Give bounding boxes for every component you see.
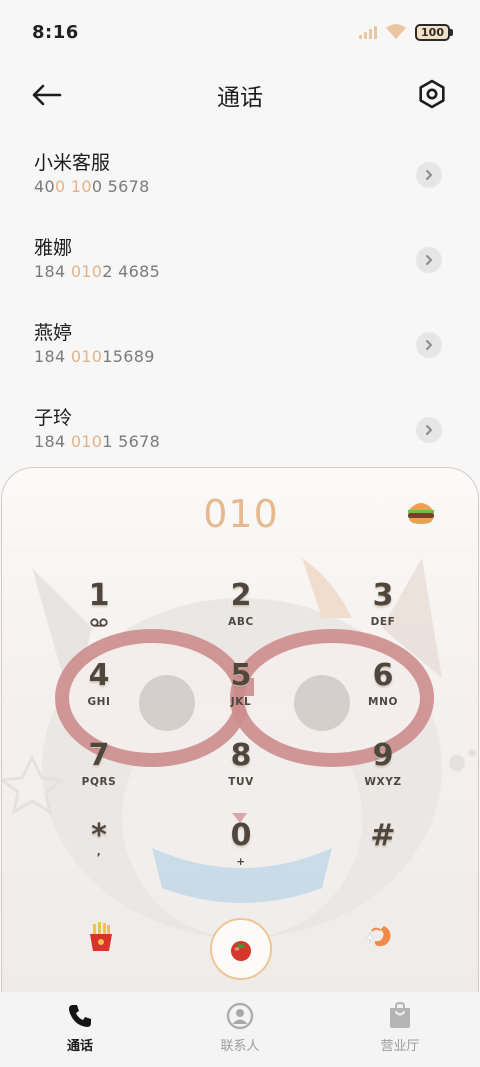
status-icons: 100 <box>359 23 453 41</box>
call-button[interactable] <box>210 918 272 980</box>
contact-detail-button[interactable] <box>416 417 442 443</box>
contact-item[interactable]: 雅娜 184 0102 4685 <box>0 219 480 304</box>
key-9[interactable]: 9 WXYZ <box>328 738 438 808</box>
fries-button[interactable] <box>88 922 114 952</box>
fries-icon <box>90 922 112 951</box>
tab-label: 联系人 <box>220 1039 260 1054</box>
contact-name: 雅娜 <box>34 237 73 259</box>
chevron-right-icon <box>426 340 432 350</box>
key-digit: 3 <box>372 578 394 613</box>
contact-detail-button[interactable] <box>416 332 442 358</box>
arrow-left-icon <box>32 84 62 106</box>
key-4[interactable]: 4 GHI <box>44 658 154 728</box>
contact-name: 小米客服 <box>34 152 111 174</box>
tomato-icon <box>231 941 251 961</box>
chevron-right-icon <box>426 170 432 180</box>
tab-contacts[interactable]: 联系人 <box>160 992 320 1067</box>
key-2[interactable]: 2 ABC <box>186 578 296 648</box>
chevron-right-icon <box>426 425 432 435</box>
key-digit: 5 <box>230 658 252 693</box>
burger-button[interactable] <box>406 498 436 526</box>
key-letters: TUV <box>228 776 254 788</box>
tab-label: 通话 <box>66 1039 93 1054</box>
contact-name: 燕婷 <box>34 322 73 344</box>
tab-calls[interactable]: 通话 <box>0 992 160 1067</box>
dial-panel: 010 1 2 ABC 3 DEF 4 GHI 5 JKL 6 MNO 7 PQ… <box>1 467 479 997</box>
key-hash[interactable]: # <box>328 818 438 888</box>
contact-detail-button[interactable] <box>416 247 442 273</box>
status-time: 8:16 <box>32 21 79 43</box>
key-letters: GHI <box>87 696 111 708</box>
contact-item[interactable]: 小米客服 400 100 5678 <box>0 134 480 219</box>
settings-button[interactable] <box>416 78 448 110</box>
key-letters: , <box>96 846 102 858</box>
burger-icon <box>408 503 434 524</box>
key-digit: 8 <box>230 738 252 773</box>
key-3[interactable]: 3 DEF <box>328 578 438 648</box>
contact-name: 子玲 <box>34 407 73 429</box>
key-7[interactable]: 7 PQRS <box>44 738 154 808</box>
key-letters: PQRS <box>81 776 117 788</box>
chevron-right-icon <box>426 255 432 265</box>
contact-number: 184 01015689 <box>34 347 155 366</box>
key-1[interactable]: 1 <box>44 578 154 648</box>
wifi-icon <box>386 24 407 39</box>
key-digit: 7 <box>88 738 110 773</box>
shopping-bag-icon <box>386 1002 414 1030</box>
key-digit: 9 <box>372 738 394 773</box>
bottom-tab-bar: 通话 联系人 营业厅 <box>0 992 480 1067</box>
key-digit: 4 <box>88 658 110 693</box>
header: 通话 <box>0 64 480 126</box>
key-8[interactable]: 8 TUV <box>186 738 296 808</box>
key-5[interactable]: 5 JKL <box>186 658 296 728</box>
key-6[interactable]: 6 MNO <box>328 658 438 728</box>
contact-detail-button[interactable] <box>416 162 442 188</box>
tab-label: 营业厅 <box>380 1039 420 1054</box>
tab-service-hall[interactable]: 营业厅 <box>320 992 480 1067</box>
contact-number: 400 100 5678 <box>34 177 150 196</box>
key-letters: MNO <box>368 696 398 708</box>
phone-icon <box>66 1002 94 1030</box>
contact-number: 184 0102 4685 <box>34 262 161 281</box>
key-digit: 1 <box>88 578 110 613</box>
battery-icon: 100 <box>415 23 453 41</box>
shrimp-icon <box>365 926 391 947</box>
contact-item[interactable]: 子玲 184 0101 5678 <box>0 389 480 474</box>
key-digit: # <box>370 818 396 853</box>
signal-icon <box>359 25 378 39</box>
key-star[interactable]: * , <box>44 818 154 888</box>
key-letters: WXYZ <box>364 776 402 788</box>
contacts-icon <box>226 1002 254 1030</box>
dial-actions <box>2 906 478 986</box>
contact-number: 184 0101 5678 <box>34 432 161 451</box>
voicemail-icon <box>90 618 108 627</box>
contact-list: 小米客服 400 100 5678 雅娜 184 0102 4685 燕婷 18… <box>0 134 480 474</box>
key-letters: ABC <box>228 616 254 628</box>
key-0[interactable]: 0 + <box>186 818 296 888</box>
shrimp-button[interactable] <box>364 922 394 952</box>
status-bar: 8:16 100 <box>0 0 480 64</box>
key-letters: DEF <box>370 616 396 628</box>
key-digit: 0 <box>230 818 252 853</box>
key-letters: + <box>236 856 246 868</box>
key-letters: JKL <box>230 696 252 708</box>
settings-hexagon-icon <box>419 79 445 109</box>
back-button[interactable] <box>30 79 66 111</box>
page-title: 通话 <box>217 85 263 111</box>
key-digit: 6 <box>372 658 394 693</box>
key-digit: 2 <box>230 578 252 613</box>
contact-item[interactable]: 燕婷 184 01015689 <box>0 304 480 389</box>
